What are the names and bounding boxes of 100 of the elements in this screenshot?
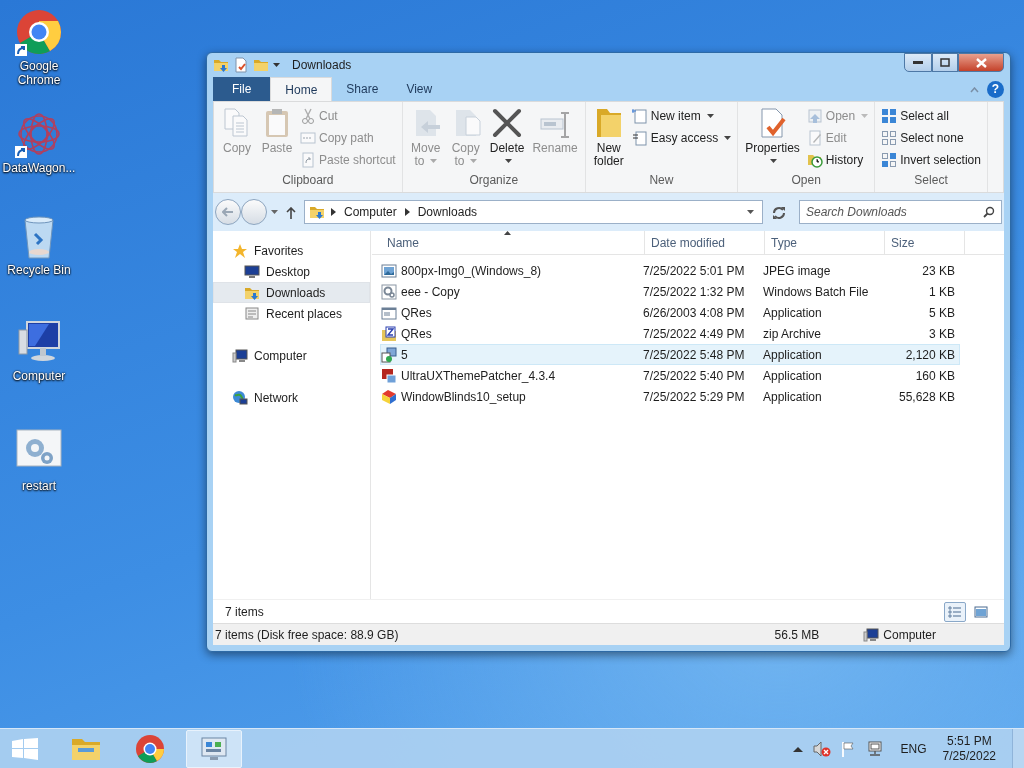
patcher-icon bbox=[381, 367, 397, 384]
file-name: QRes bbox=[401, 325, 432, 343]
group-label: New bbox=[648, 172, 675, 189]
file-row[interactable]: QRes 6/26/2003 4:08 PM Application 5 KB bbox=[380, 302, 960, 323]
ribbon-button[interactable]: Invert selection bbox=[879, 149, 983, 171]
chevron-icon bbox=[404, 208, 410, 216]
ribbon-button[interactable]: Select none bbox=[879, 127, 983, 149]
file-size: 55,628 KB bbox=[897, 388, 956, 406]
ribbon-tab[interactable]: Share bbox=[332, 77, 393, 101]
desktop-icon[interactable]: DataWagon... bbox=[0, 110, 78, 175]
date-modified: 7/25/2022 5:01 PM bbox=[642, 262, 746, 280]
taskbar-button[interactable] bbox=[186, 729, 242, 768]
close-icon bbox=[975, 57, 987, 68]
ribbon-tab[interactable]: File bbox=[213, 77, 271, 101]
back-arrow-icon bbox=[222, 207, 234, 217]
maximize-button[interactable] bbox=[932, 53, 958, 72]
open-icon bbox=[806, 108, 823, 124]
date-modified: 6/26/2003 4:08 PM bbox=[642, 304, 746, 322]
ribbon-button[interactable]: Delete bbox=[486, 105, 528, 171]
nav-item[interactable]: Recent places bbox=[213, 303, 370, 324]
nav-item[interactable]: Desktop bbox=[213, 261, 370, 282]
ribbon-button[interactable]: New folder bbox=[589, 105, 628, 171]
file-row[interactable]: 5 7/25/2022 5:48 PM Application 2,120 KB bbox=[380, 344, 960, 365]
file-size: 1 KB bbox=[928, 283, 956, 301]
nav-item[interactable]: Downloads bbox=[213, 282, 370, 303]
file-size: 23 KB bbox=[921, 262, 956, 280]
group-label: Clipboard bbox=[281, 172, 335, 189]
details-view-icon bbox=[948, 605, 962, 618]
location-text: Computer bbox=[883, 626, 936, 644]
date-modified: 7/25/2022 5:29 PM bbox=[642, 388, 746, 406]
folder-icon bbox=[213, 57, 229, 73]
show-desktop-button[interactable] bbox=[1012, 728, 1024, 768]
computer-icon bbox=[232, 347, 248, 364]
nav-item[interactable]: Favorites bbox=[213, 240, 370, 261]
file-size: 5 KB bbox=[928, 304, 956, 322]
date-modified: 7/25/2022 5:48 PM bbox=[642, 346, 746, 364]
ribbon-button[interactable]: Easy access bbox=[629, 127, 734, 149]
group-label: Open bbox=[790, 172, 822, 189]
column-header[interactable]: Date modified bbox=[645, 231, 765, 254]
column-header[interactable]: Type bbox=[765, 231, 885, 254]
file-row[interactable]: QRes 7/25/2022 4:49 PM zip Archive 3 KB bbox=[380, 323, 960, 344]
recent-places-icon bbox=[244, 305, 260, 322]
folder-icon bbox=[309, 204, 325, 220]
help-button[interactable]: ? bbox=[987, 81, 1004, 98]
ribbon-button[interactable]: History bbox=[804, 149, 871, 171]
file-type: JPEG image bbox=[762, 262, 832, 280]
file-size: 3 KB bbox=[928, 325, 956, 343]
file-type: Application bbox=[762, 346, 823, 364]
selection-size: 56.5 MB bbox=[774, 626, 820, 644]
nav-item[interactable]: Computer bbox=[213, 345, 370, 366]
gear-file-icon bbox=[381, 283, 397, 300]
file-size: 2,120 KB bbox=[904, 346, 956, 364]
flag-icon bbox=[840, 740, 857, 757]
file-name: 800px-Img0_(Windows_8) bbox=[401, 262, 542, 280]
forward-button[interactable] bbox=[241, 199, 267, 225]
back-button[interactable] bbox=[215, 199, 241, 225]
large-icons-view-icon bbox=[974, 605, 988, 618]
desktop-icon[interactable]: Computer bbox=[0, 318, 78, 383]
nav-item[interactable]: Network bbox=[213, 387, 370, 408]
column-header[interactable]: Name bbox=[372, 231, 645, 254]
file-type: zip Archive bbox=[762, 325, 823, 343]
desktop-icon bbox=[244, 263, 260, 280]
file-type: Application bbox=[762, 388, 823, 406]
path-icon bbox=[300, 130, 316, 146]
refresh-icon bbox=[771, 205, 787, 220]
new-item-icon bbox=[631, 108, 648, 124]
file-row[interactable]: WindowBlinds10_setup 7/25/2022 5:29 PM Application 55,628 KB bbox=[380, 386, 960, 407]
star-icon bbox=[232, 242, 248, 259]
desktop-icon[interactable]: Google Chrome bbox=[0, 8, 78, 87]
search-field[interactable]: Search Downloads bbox=[799, 200, 1002, 224]
column-header[interactable]: Size bbox=[885, 231, 965, 254]
minimize-button[interactable] bbox=[904, 53, 932, 72]
edit-icon bbox=[806, 130, 823, 146]
ribbon-tab[interactable]: Home bbox=[270, 77, 333, 101]
minimize-icon bbox=[913, 60, 923, 65]
language-indicator[interactable]: ENG bbox=[900, 739, 927, 758]
breadcrumb[interactable]: Downloads bbox=[415, 203, 480, 221]
flower-icon bbox=[15, 110, 63, 158]
file-row[interactable]: eee - Copy 7/25/2022 1:32 PM Windows Batch File 1 KB bbox=[380, 281, 960, 302]
caret-icon bbox=[273, 62, 280, 68]
scissors-icon bbox=[300, 108, 316, 124]
status-text: 7 items (Disk free space: 88.9 GB) bbox=[215, 626, 399, 644]
caret-icon bbox=[747, 210, 754, 216]
breadcrumb[interactable]: Computer bbox=[342, 203, 399, 221]
view-button[interactable] bbox=[944, 601, 966, 622]
file-row[interactable]: UltraUXThemePatcher_4.3.4 7/25/2022 5:40 PM Application 160 KB bbox=[380, 365, 960, 386]
ribbon-button[interactable]: New item bbox=[629, 105, 734, 127]
ribbon-tab[interactable]: View bbox=[392, 77, 447, 101]
history-icon bbox=[806, 152, 823, 168]
desktop-icon[interactable]: Recycle Bin bbox=[0, 212, 78, 277]
address-bar[interactable]: Computer Downloads bbox=[304, 200, 763, 224]
file-type: Application bbox=[762, 367, 823, 385]
file-type: Application bbox=[762, 304, 823, 322]
ribbon-button[interactable]: Properties bbox=[742, 105, 803, 171]
file-row[interactable]: 800px-Img0_(Windows_8) 7/25/2022 5:01 PM JPEG image 23 KB bbox=[380, 260, 960, 281]
delete-icon bbox=[491, 107, 524, 139]
ribbon-button[interactable]: Select all bbox=[879, 105, 983, 127]
easy-access-icon bbox=[631, 130, 648, 146]
close-button[interactable] bbox=[958, 53, 1004, 72]
caret-up-icon bbox=[792, 746, 803, 753]
